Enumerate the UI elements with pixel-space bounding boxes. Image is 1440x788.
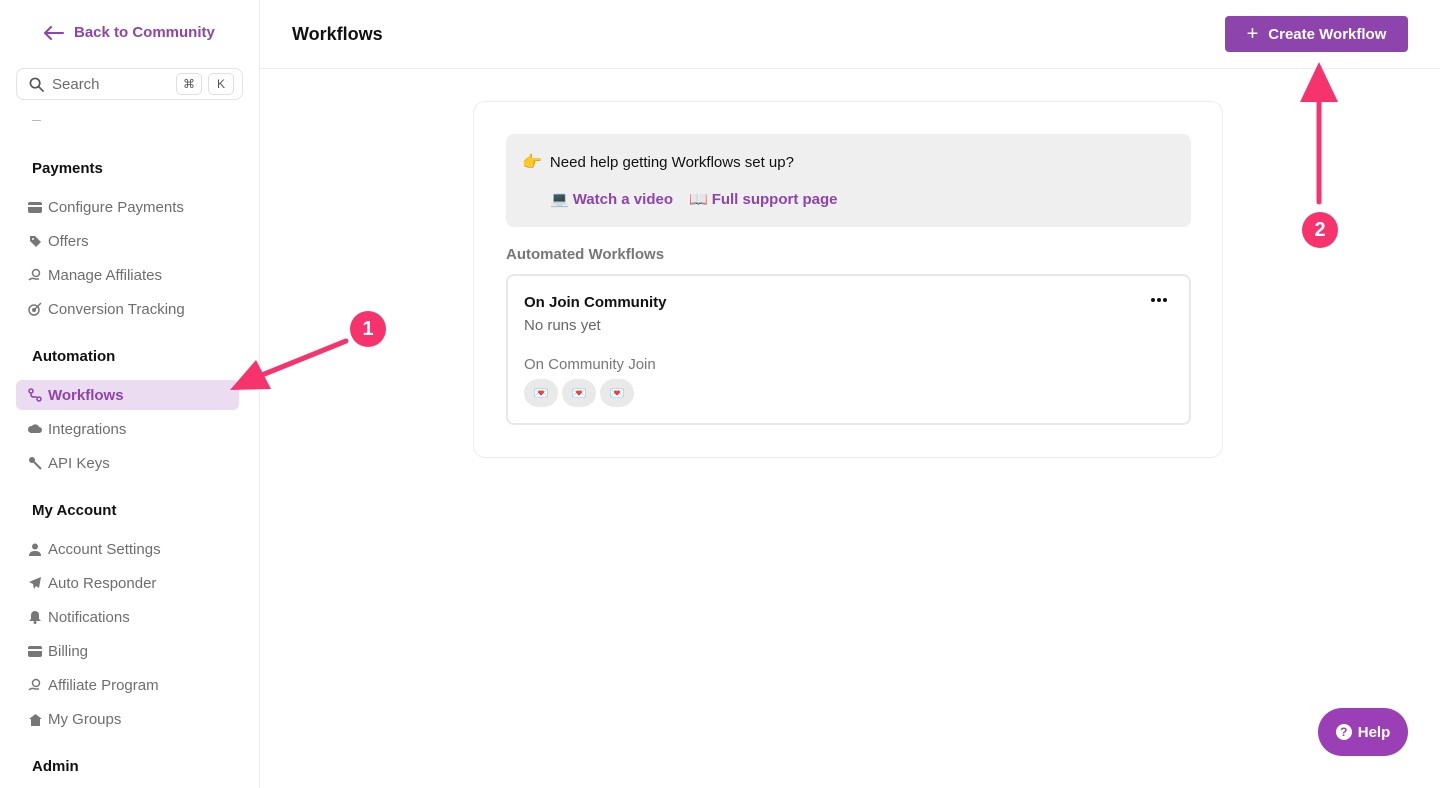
- book-icon: 📖: [689, 191, 708, 208]
- love-letter-icon: 💌: [562, 379, 596, 407]
- workflow-trigger: On Community Join: [524, 356, 656, 373]
- sidebar-item-label: Affiliate Program: [48, 676, 159, 694]
- help-links: 💻 Watch a video 📖 Full support page: [550, 190, 854, 209]
- target-icon: [28, 302, 42, 316]
- k-key-hint: K: [208, 73, 234, 95]
- help-button[interactable]: ? Help: [1318, 708, 1408, 756]
- workflows-panel: 👉 Need help getting Workflows set up? 💻 …: [473, 101, 1223, 458]
- full-support-page-link[interactable]: 📖 Full support page: [689, 190, 838, 209]
- section-payments: Payments: [32, 160, 103, 177]
- love-letter-icon: 💌: [524, 379, 558, 407]
- full-support-label: Full support page: [711, 190, 838, 208]
- top-bar: Workflows + Create Workflow: [260, 0, 1440, 69]
- more-options-icon[interactable]: [1149, 298, 1167, 302]
- user-icon: [28, 542, 42, 556]
- sidebar-item-label: Auto Responder: [48, 574, 157, 592]
- sidebar-item-label: Workflows: [48, 386, 124, 404]
- sidebar-item-label: Account Settings: [48, 540, 161, 558]
- automated-workflows-title: Automated Workflows: [506, 246, 665, 263]
- tag-icon: [28, 234, 42, 248]
- credit-card-icon: [28, 644, 42, 658]
- divider: [32, 120, 41, 121]
- help-button-label: Help: [1357, 723, 1391, 741]
- workflow-icon: [28, 388, 42, 402]
- credit-card-icon: [28, 200, 42, 214]
- workflow-runs: No runs yet: [524, 317, 601, 334]
- sidebar-item-label: API Keys: [48, 454, 110, 472]
- create-workflow-button[interactable]: + Create Workflow: [1225, 16, 1408, 52]
- sidebar-item-auto-responder[interactable]: Auto Responder: [16, 568, 239, 598]
- workflow-name: On Join Community: [524, 294, 667, 311]
- app: Back to Community Search ⌘ K Payments Co…: [0, 0, 1440, 788]
- create-workflow-label: Create Workflow: [1268, 25, 1387, 43]
- cmd-key-hint: ⌘: [176, 73, 202, 95]
- sidebar-item-label: Notifications: [48, 608, 130, 626]
- sidebar-item-affiliate-program[interactable]: Affiliate Program: [16, 670, 239, 700]
- workflow-card[interactable]: On Join Community No runs yet On Communi…: [506, 274, 1191, 425]
- sidebar-item-integrations[interactable]: Integrations: [16, 414, 239, 444]
- back-to-community-link[interactable]: Back to Community: [44, 24, 215, 41]
- sidebar-item-account-settings[interactable]: Account Settings: [16, 534, 239, 564]
- pointing-hand-icon: 👉: [522, 154, 542, 171]
- help-question-text: Need help getting Workflows set up?: [549, 153, 794, 171]
- sidebar-item-notifications[interactable]: Notifications: [16, 602, 239, 632]
- watch-video-link[interactable]: 💻 Watch a video: [550, 190, 673, 209]
- paper-plane-icon: [28, 576, 42, 590]
- sidebar-item-label: Manage Affiliates: [48, 266, 162, 284]
- house-icon: [28, 712, 42, 726]
- sidebar-item-label: Billing: [48, 642, 89, 660]
- sidebar-item-label: My Groups: [48, 710, 122, 728]
- sidebar-item-billing[interactable]: Billing: [16, 636, 239, 666]
- back-link-label: Back to Community: [74, 24, 215, 41]
- laptop-icon: 💻: [550, 191, 569, 208]
- help-question: 👉 Need help getting Workflows set up?: [522, 152, 794, 172]
- key-icon: [28, 456, 42, 470]
- search-icon: [29, 77, 44, 92]
- arrow-left-icon: [44, 25, 64, 40]
- sidebar: Back to Community Search ⌘ K Payments Co…: [0, 0, 260, 788]
- question-mark-icon: ?: [1335, 724, 1352, 740]
- page-title: Workflows: [292, 24, 383, 44]
- sidebar-item-offers[interactable]: Offers: [16, 226, 239, 256]
- workflow-steps: 💌 💌 💌: [524, 379, 638, 407]
- sidebar-item-configure-payments[interactable]: Configure Payments: [16, 192, 239, 222]
- sidebar-item-workflows[interactable]: Workflows: [16, 380, 239, 410]
- love-letter-icon: 💌: [600, 379, 634, 407]
- sidebar-item-conversion-tracking[interactable]: Conversion Tracking: [16, 294, 239, 324]
- search-placeholder: Search: [52, 75, 100, 93]
- main-content: Workflows + Create Workflow 👉 Need help …: [260, 0, 1440, 788]
- sidebar-item-api-keys[interactable]: API Keys: [16, 448, 239, 478]
- sidebar-item-my-groups[interactable]: My Groups: [16, 704, 239, 734]
- bell-icon: [28, 610, 42, 624]
- sidebar-item-label: Conversion Tracking: [48, 300, 185, 318]
- hand-coin-icon: [28, 268, 42, 282]
- section-automation: Automation: [32, 348, 116, 365]
- search-input[interactable]: Search ⌘ K: [16, 68, 243, 100]
- help-box: 👉 Need help getting Workflows set up? 💻 …: [506, 134, 1191, 227]
- cloud-icon: [28, 422, 42, 436]
- watch-video-label: Watch a video: [572, 190, 673, 208]
- sidebar-item-manage-affiliates[interactable]: Manage Affiliates: [16, 260, 239, 290]
- sidebar-item-label: Configure Payments: [48, 198, 184, 216]
- sidebar-item-label: Integrations: [48, 420, 127, 438]
- sidebar-item-label: Offers: [48, 232, 89, 250]
- section-my-account: My Account: [32, 502, 117, 519]
- plus-icon: +: [1246, 23, 1259, 45]
- section-admin: Admin: [32, 758, 79, 775]
- hand-coin-icon: [28, 678, 42, 692]
